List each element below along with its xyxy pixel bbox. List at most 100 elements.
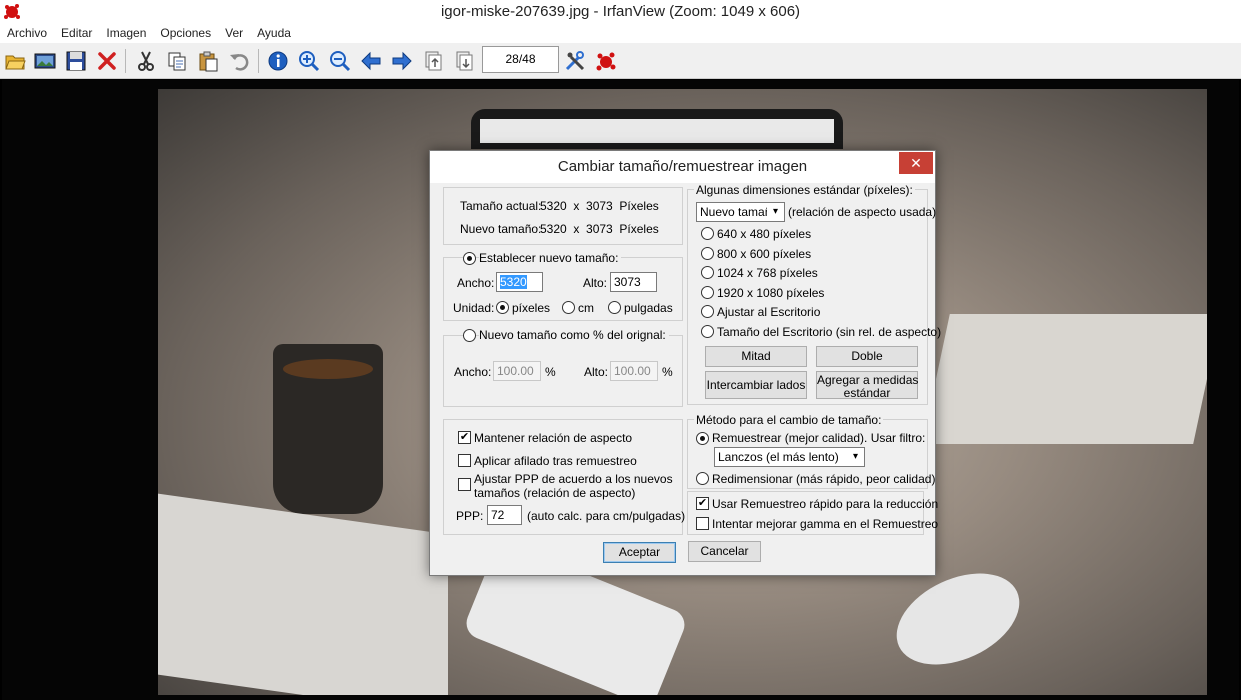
irfanview-app-icon[interactable] [3, 3, 21, 21]
apply-sharpen-label: Aplicar afilado tras remuestreo [474, 454, 637, 468]
set-new-size-radio[interactable] [463, 252, 476, 265]
size-option-1024-radio[interactable] [701, 266, 714, 279]
height-label: Alto: [583, 276, 608, 290]
size-option-640-label: 640 x 480 píxeles [717, 227, 812, 241]
dpi-input[interactable]: 72 [487, 505, 522, 525]
percent-size-label: Nuevo tamaño como % del orignal: [479, 328, 669, 342]
menu-imagen[interactable]: Imagen [99, 24, 153, 43]
apply-sharpen-checkbox[interactable] [458, 454, 471, 467]
fast-resample-label: Usar Remuestreo rápido para la reducción [712, 497, 939, 511]
new-size-value: 5320 x 3073 Píxeles [540, 222, 659, 236]
page-counter-field[interactable]: 28/48 [482, 46, 559, 73]
arrow-right-icon[interactable] [390, 49, 414, 73]
chevron-down-icon: ▾ [847, 448, 864, 466]
filter-select[interactable]: Lanczos (el más lento) ▾ [714, 447, 865, 467]
aspect-note: (relación de aspecto usada) [788, 205, 937, 219]
desktop-size-label: Tamaño del Escritorio (sin rel. de aspec… [717, 325, 942, 339]
resample-label: Remuestrear (mejor calidad). Usar filtro… [712, 431, 926, 445]
ok-button[interactable]: Aceptar [603, 542, 676, 563]
save-icon[interactable] [64, 49, 88, 73]
cancel-button[interactable]: Cancelar [688, 541, 761, 562]
width-label: Ancho: [457, 276, 495, 290]
resample-radio[interactable] [696, 432, 709, 445]
cut-icon[interactable] [134, 49, 158, 73]
resize-dialog: Cambiar tamaño/remuestrear imagen ✕ Tama… [429, 150, 941, 576]
new-size-label: Nuevo tamaño: [460, 222, 542, 236]
size-option-1920-radio[interactable] [701, 286, 714, 299]
unit-inches-label: pulgadas [624, 301, 673, 315]
unit-inches-radio[interactable] [608, 301, 621, 314]
pct-height-input[interactable]: 100.00 [610, 361, 658, 381]
method-label: Método para el cambio de tamaño: [694, 413, 884, 427]
menu-bar: Archivo Editar Imagen Opciones Ver Ayuda [0, 24, 1241, 43]
half-button[interactable]: Mitad [705, 346, 807, 367]
undo-icon[interactable] [227, 49, 251, 73]
unit-pixels-radio[interactable] [496, 301, 509, 314]
pct-height-percent: % [662, 365, 673, 379]
adjust-dpi-checkbox[interactable] [458, 478, 471, 491]
laptop-display-decor [480, 119, 834, 143]
dialog-title: Cambiar tamaño/remuestrear imagen [430, 151, 935, 183]
desktop-size-radio[interactable] [701, 325, 714, 338]
keep-aspect-checkbox[interactable]: ✔ [458, 431, 471, 444]
set-new-size-label: Establecer nuevo tamaño: [479, 251, 622, 265]
gamma-label: Intentar mejorar gamma en el Remuestreo [712, 517, 939, 531]
double-button[interactable]: Doble [816, 346, 918, 367]
page-prev-icon[interactable] [421, 49, 445, 73]
swap-sides-button[interactable]: Intercambiar lados [705, 371, 807, 399]
window-title: igor-miske-207639.jpg - IrfanView (Zoom:… [440, 3, 801, 20]
window-title-bar: igor-miske-207639.jpg - IrfanView (Zoom:… [0, 0, 1241, 24]
info-icon[interactable] [266, 49, 290, 73]
resize-label: Redimensionar (más rápido, peor calidad) [712, 472, 936, 486]
current-size-label: Tamaño actual: [460, 199, 542, 213]
add-standard-button[interactable]: Agregar a medidas estándar [816, 371, 918, 400]
page-next-icon[interactable] [452, 49, 476, 73]
fit-desktop-radio[interactable] [701, 305, 714, 318]
unit-label: Unidad: [453, 301, 495, 315]
paste-icon[interactable] [196, 49, 220, 73]
chevron-down-icon: ▾ [767, 203, 784, 221]
open-folder-icon[interactable] [3, 49, 27, 73]
menu-editar[interactable]: Editar [54, 24, 99, 43]
coffee-decor [283, 359, 373, 379]
dialog-close-button[interactable]: ✕ [899, 152, 933, 174]
menu-ver[interactable]: Ver [218, 24, 250, 43]
size-option-800-radio[interactable] [701, 247, 714, 260]
fit-desktop-label: Ajustar al Escritorio [717, 305, 821, 319]
size-option-640-radio[interactable] [701, 227, 714, 240]
unit-cm-label: cm [578, 301, 594, 315]
adjust-dpi-label-1: Ajustar PPP de acuerdo a los nuevos [474, 472, 673, 486]
slideshow-icon[interactable] [33, 49, 57, 73]
width-input[interactable]: 5320 [496, 272, 543, 292]
magazine-decor [922, 314, 1207, 444]
arrow-left-icon[interactable] [359, 49, 383, 73]
copy-icon[interactable] [165, 49, 189, 73]
pct-width-label: Ancho: [454, 365, 492, 379]
delete-icon[interactable] [95, 49, 119, 73]
pct-width-input[interactable]: 100.00 [493, 361, 541, 381]
adjust-dpi-label-2: tamaños (relación de aspecto) [474, 486, 636, 500]
resize-radio[interactable] [696, 472, 709, 485]
zoom-out-icon[interactable] [328, 49, 352, 73]
dpi-label: PPP: [456, 509, 484, 523]
size-option-800-label: 800 x 600 píxeles [717, 247, 812, 261]
irfanview-icon[interactable] [594, 49, 618, 73]
size-info-group [443, 187, 683, 245]
fast-resample-checkbox[interactable]: ✔ [696, 497, 709, 510]
size-option-1024-label: 1024 x 768 píxeles [717, 266, 818, 280]
menu-ayuda[interactable]: Ayuda [250, 24, 298, 43]
pct-width-percent: % [545, 365, 556, 379]
unit-pixels-label: píxeles [512, 301, 551, 315]
settings-icon[interactable] [563, 49, 587, 73]
percent-size-radio[interactable] [463, 329, 476, 342]
menu-opciones[interactable]: Opciones [153, 24, 218, 43]
notebook-decor [158, 493, 448, 695]
menu-archivo[interactable]: Archivo [0, 24, 54, 43]
current-size-value: 5320 x 3073 Píxeles [540, 199, 659, 213]
unit-cm-radio[interactable] [562, 301, 575, 314]
size-option-1920-label: 1920 x 1080 píxeles [717, 286, 825, 300]
standard-size-select[interactable]: Nuevo tamaño ▾ [696, 202, 785, 222]
zoom-in-icon[interactable] [297, 49, 321, 73]
height-input[interactable]: 3073 [610, 272, 657, 292]
gamma-checkbox[interactable] [696, 517, 709, 530]
